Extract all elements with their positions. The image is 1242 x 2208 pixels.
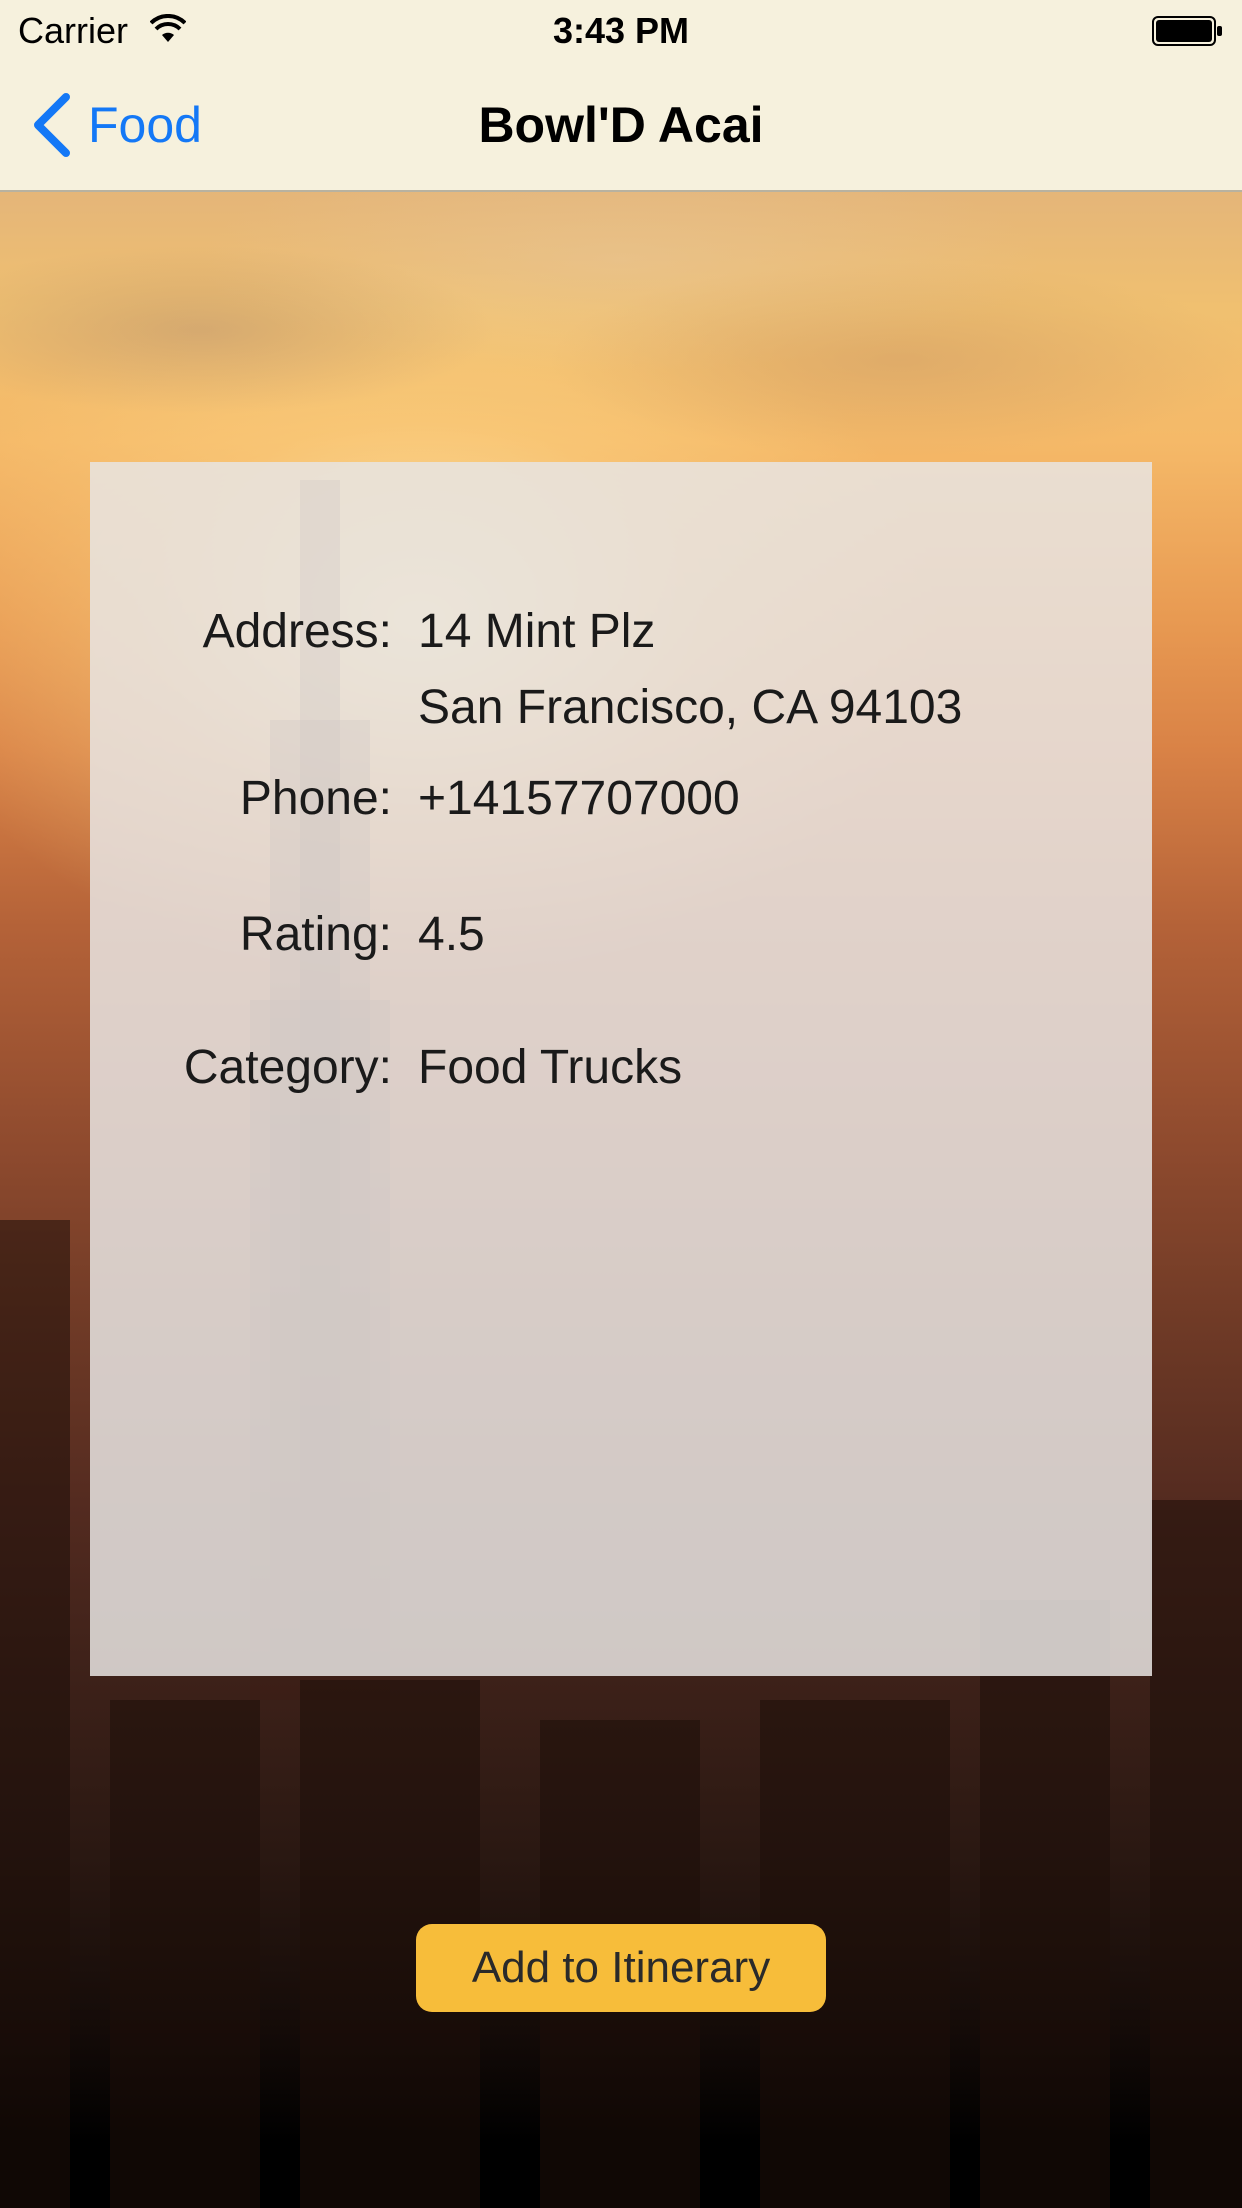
battery-icon [1152,16,1222,46]
address-label: Address: [202,605,392,658]
address-line2: San Francisco, CA 94103 [418,681,963,734]
status-time: 3:43 PM [552,10,690,51]
address-line1: 14 Mint Plz [418,605,656,658]
phone-value[interactable]: +14157707000 [418,771,740,826]
category-value: Food Trucks [418,1041,683,1094]
navigation-bar: Food Bowl'D Acai [0,62,1242,192]
rating-label: Rating: [239,908,392,961]
add-to-itinerary-button[interactable]: Add to Itinerary [416,1924,826,2012]
phone-label: Phone: [239,772,392,825]
screen: Carrier 3:43 PM Food Bowl'D Acai Address… [0,0,1242,2208]
details-card: Address: 14 Mint Plz San Francisco, CA 9… [90,462,1152,1676]
page-title: Bowl'D Acai [478,97,764,153]
category-label: Category: [183,1041,392,1094]
status-bar: Carrier 3:43 PM [0,0,1242,62]
rating-value: 4.5 [418,908,485,961]
